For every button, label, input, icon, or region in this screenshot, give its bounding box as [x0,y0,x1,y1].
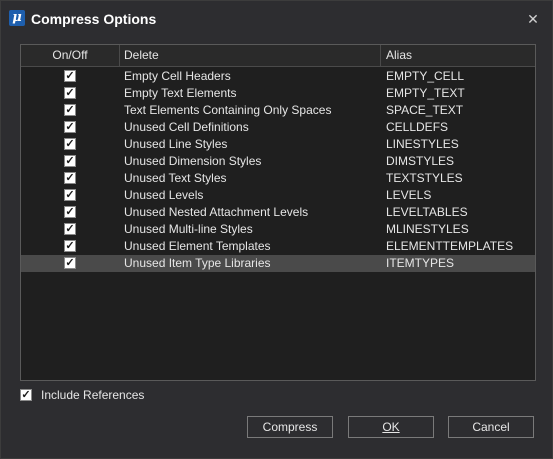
row-checkbox[interactable]: ✓ [64,104,76,116]
table-row[interactable]: ✓ Unused Levels LEVELS [21,187,535,204]
row-checkbox[interactable]: ✓ [64,240,76,252]
onoff-cell: ✓ [21,102,119,119]
table-row[interactable]: ✓ Unused Cell Definitions CELLDEFS [21,119,535,136]
delete-cell: Unused Element Templates [124,239,271,253]
include-references-label: Include References [41,388,145,402]
table-row[interactable]: ✓ Unused Multi-line Styles MLINESTYLES [21,221,535,238]
row-checkbox[interactable]: ✓ [64,189,76,201]
delete-cell: Unused Nested Attachment Levels [124,205,309,219]
dialog-title: Compress Options [31,11,157,27]
alias-cell: ELEMENTTEMPLATES [386,239,514,253]
table-header: On/Off Delete Alias [21,45,535,67]
delete-cell: Unused Dimension Styles [124,154,262,168]
onoff-cell: ✓ [21,153,119,170]
table-row[interactable]: ✓ Unused Nested Attachment Levels LEVELTAB… [21,204,535,221]
delete-cell: Empty Text Elements [124,86,237,100]
ok-button-label: OK [382,420,400,434]
row-checkbox[interactable]: ✓ [64,70,76,82]
include-references-checkbox[interactable]: ✓ [20,389,32,401]
table-row[interactable]: ✓ Unused Element Templates ELEMENTTEMPLATE… [21,238,535,255]
row-checkbox[interactable]: ✓ [64,206,76,218]
alias-cell: LEVELTABLES [386,205,468,219]
delete-cell: Text Elements Containing Only Spaces [124,103,332,117]
delete-cell: Unused Levels [124,188,204,202]
delete-cell: Unused Line Styles [124,137,228,151]
alias-cell: TEXTSTYLES [386,171,463,185]
alias-cell: SPACE_TEXT [386,103,464,117]
alias-cell: LINESTYLES [386,137,459,151]
alias-cell: EMPTY_TEXT [386,86,465,100]
onoff-cell: ✓ [21,119,119,136]
alias-cell: CELLDEFS [386,120,449,134]
row-checkbox[interactable]: ✓ [64,172,76,184]
title-bar: μ Compress Options ✕ [1,1,552,37]
column-header-alias[interactable]: Alias [382,45,532,66]
onoff-cell: ✓ [21,68,119,85]
table-row[interactable]: ✓ Unused Dimension Styles DIMSTYLES [21,153,535,170]
column-header-delete[interactable]: Delete [120,45,381,66]
onoff-cell: ✓ [21,204,119,221]
table-row[interactable]: ✓ Unused Line Styles LINESTYLES [21,136,535,153]
alias-cell: ITEMTYPES [386,256,455,270]
row-checkbox[interactable]: ✓ [64,138,76,150]
table-row[interactable]: ✓ Unused Item Type Libraries ITEMTYPES [21,255,535,272]
compress-button[interactable]: Compress [247,416,333,438]
alias-cell: MLINESTYLES [386,222,469,236]
onoff-cell: ✓ [21,255,119,272]
onoff-cell: ✓ [21,136,119,153]
onoff-cell: ✓ [21,221,119,238]
compress-options-dialog: μ Compress Options ✕ On/Off Delete Alias… [0,0,553,459]
row-checkbox[interactable]: ✓ [64,155,76,167]
ok-button[interactable]: OK [348,416,434,438]
cancel-button[interactable]: Cancel [448,416,534,438]
onoff-cell: ✓ [21,187,119,204]
onoff-cell: ✓ [21,238,119,255]
alias-cell: LEVELS [386,188,432,202]
table-row[interactable]: ✓ Empty Cell Headers EMPTY_CELL [21,68,535,85]
close-icon[interactable]: ✕ [524,10,542,28]
onoff-cell: ✓ [21,85,119,102]
row-checkbox[interactable]: ✓ [64,121,76,133]
row-checkbox[interactable]: ✓ [64,257,76,269]
row-checkbox[interactable]: ✓ [64,87,76,99]
row-checkbox[interactable]: ✓ [64,223,76,235]
compress-options-table: On/Off Delete Alias ✓ Empty Cell Headers E… [20,44,536,381]
app-icon: μ [9,10,25,26]
delete-cell: Unused Multi-line Styles [124,222,253,236]
column-header-onoff[interactable]: On/Off [21,45,120,66]
onoff-cell: ✓ [21,170,119,187]
delete-cell: Empty Cell Headers [124,69,231,83]
table-row[interactable]: ✓ Empty Text Elements EMPTY_TEXT [21,85,535,102]
table-row[interactable]: ✓ Unused Text Styles TEXTSTYLES [21,170,535,187]
delete-cell: Unused Cell Definitions [124,120,249,134]
alias-cell: DIMSTYLES [386,154,455,168]
delete-cell: Unused Item Type Libraries [124,256,271,270]
alias-cell: EMPTY_CELL [386,69,465,83]
delete-cell: Unused Text Styles [124,171,227,185]
table-row[interactable]: ✓ Text Elements Containing Only Spaces SPA… [21,102,535,119]
